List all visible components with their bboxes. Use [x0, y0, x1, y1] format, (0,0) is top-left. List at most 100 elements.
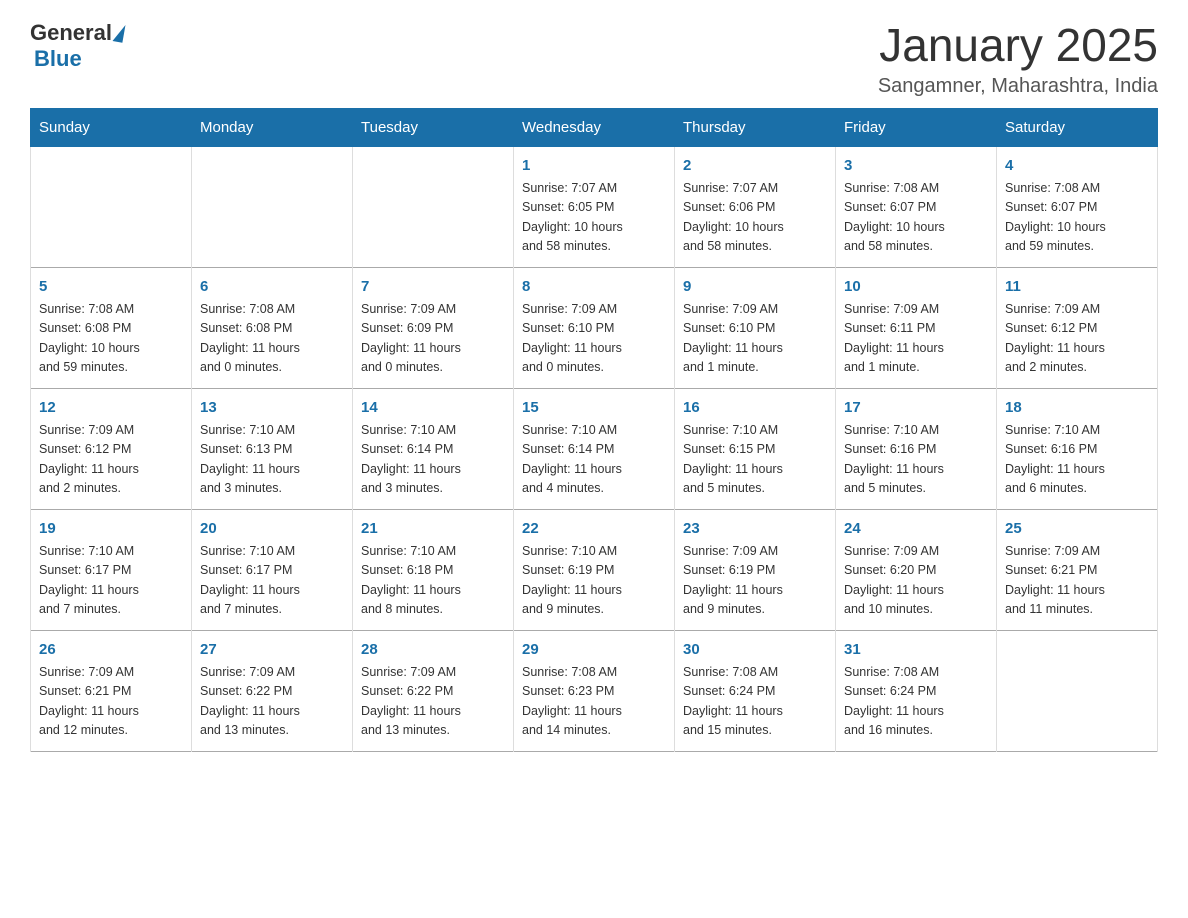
calendar-cell: 6Sunrise: 7:08 AM Sunset: 6:08 PM Daylig…	[192, 267, 353, 388]
day-number: 4	[1005, 155, 1149, 178]
day-info: Sunrise: 7:10 AM Sunset: 6:16 PM Dayligh…	[1005, 421, 1149, 499]
logo-blue-text: Blue	[34, 46, 82, 72]
day-info: Sunrise: 7:08 AM Sunset: 6:07 PM Dayligh…	[1005, 179, 1149, 257]
calendar-cell: 5Sunrise: 7:08 AM Sunset: 6:08 PM Daylig…	[31, 267, 192, 388]
calendar-cell: 3Sunrise: 7:08 AM Sunset: 6:07 PM Daylig…	[836, 146, 997, 267]
month-title: January 2025	[878, 20, 1158, 71]
day-number: 23	[683, 518, 827, 541]
calendar-cell: 10Sunrise: 7:09 AM Sunset: 6:11 PM Dayli…	[836, 267, 997, 388]
calendar-cell: 26Sunrise: 7:09 AM Sunset: 6:21 PM Dayli…	[31, 630, 192, 751]
logo-text: General	[30, 20, 126, 46]
calendar-cell: 31Sunrise: 7:08 AM Sunset: 6:24 PM Dayli…	[836, 630, 997, 751]
logo-general-text: General	[30, 20, 112, 46]
calendar-cell: 2Sunrise: 7:07 AM Sunset: 6:06 PM Daylig…	[675, 146, 836, 267]
day-info: Sunrise: 7:10 AM Sunset: 6:15 PM Dayligh…	[683, 421, 827, 499]
location-title: Sangamner, Maharashtra, India	[878, 75, 1158, 98]
day-number: 15	[522, 397, 666, 420]
day-info: Sunrise: 7:09 AM Sunset: 6:21 PM Dayligh…	[39, 663, 183, 741]
calendar-cell: 24Sunrise: 7:09 AM Sunset: 6:20 PM Dayli…	[836, 509, 997, 630]
day-number: 13	[200, 397, 344, 420]
calendar-week-row: 1Sunrise: 7:07 AM Sunset: 6:05 PM Daylig…	[31, 146, 1158, 267]
day-number: 28	[361, 639, 505, 662]
calendar-header-wednesday: Wednesday	[514, 108, 675, 146]
day-number: 1	[522, 155, 666, 178]
day-info: Sunrise: 7:08 AM Sunset: 6:23 PM Dayligh…	[522, 663, 666, 741]
day-number: 7	[361, 276, 505, 299]
calendar-cell: 8Sunrise: 7:09 AM Sunset: 6:10 PM Daylig…	[514, 267, 675, 388]
logo-triangle-icon	[112, 23, 125, 42]
day-info: Sunrise: 7:08 AM Sunset: 6:24 PM Dayligh…	[844, 663, 988, 741]
day-info: Sunrise: 7:08 AM Sunset: 6:07 PM Dayligh…	[844, 179, 988, 257]
calendar-cell: 9Sunrise: 7:09 AM Sunset: 6:10 PM Daylig…	[675, 267, 836, 388]
calendar-cell	[192, 146, 353, 267]
day-info: Sunrise: 7:09 AM Sunset: 6:11 PM Dayligh…	[844, 300, 988, 378]
calendar-cell: 19Sunrise: 7:10 AM Sunset: 6:17 PM Dayli…	[31, 509, 192, 630]
day-number: 6	[200, 276, 344, 299]
calendar-header-thursday: Thursday	[675, 108, 836, 146]
day-info: Sunrise: 7:10 AM Sunset: 6:14 PM Dayligh…	[361, 421, 505, 499]
calendar-header-tuesday: Tuesday	[353, 108, 514, 146]
day-number: 24	[844, 518, 988, 541]
calendar-cell: 23Sunrise: 7:09 AM Sunset: 6:19 PM Dayli…	[675, 509, 836, 630]
day-number: 14	[361, 397, 505, 420]
day-number: 21	[361, 518, 505, 541]
day-number: 8	[522, 276, 666, 299]
day-number: 22	[522, 518, 666, 541]
day-info: Sunrise: 7:08 AM Sunset: 6:24 PM Dayligh…	[683, 663, 827, 741]
calendar-cell	[353, 146, 514, 267]
title-area: January 2025 Sangamner, Maharashtra, Ind…	[878, 20, 1158, 98]
logo: General Blue	[30, 20, 126, 72]
calendar-cell: 25Sunrise: 7:09 AM Sunset: 6:21 PM Dayli…	[997, 509, 1158, 630]
day-info: Sunrise: 7:09 AM Sunset: 6:22 PM Dayligh…	[361, 663, 505, 741]
day-number: 11	[1005, 276, 1149, 299]
day-info: Sunrise: 7:10 AM Sunset: 6:17 PM Dayligh…	[39, 542, 183, 620]
day-info: Sunrise: 7:10 AM Sunset: 6:18 PM Dayligh…	[361, 542, 505, 620]
calendar-cell: 15Sunrise: 7:10 AM Sunset: 6:14 PM Dayli…	[514, 388, 675, 509]
day-info: Sunrise: 7:09 AM Sunset: 6:20 PM Dayligh…	[844, 542, 988, 620]
day-number: 3	[844, 155, 988, 178]
calendar-header-monday: Monday	[192, 108, 353, 146]
day-number: 2	[683, 155, 827, 178]
day-number: 10	[844, 276, 988, 299]
day-number: 30	[683, 639, 827, 662]
calendar-cell: 22Sunrise: 7:10 AM Sunset: 6:19 PM Dayli…	[514, 509, 675, 630]
day-info: Sunrise: 7:09 AM Sunset: 6:10 PM Dayligh…	[522, 300, 666, 378]
calendar-cell: 14Sunrise: 7:10 AM Sunset: 6:14 PM Dayli…	[353, 388, 514, 509]
day-number: 29	[522, 639, 666, 662]
calendar-cell: 29Sunrise: 7:08 AM Sunset: 6:23 PM Dayli…	[514, 630, 675, 751]
day-number: 27	[200, 639, 344, 662]
day-info: Sunrise: 7:10 AM Sunset: 6:16 PM Dayligh…	[844, 421, 988, 499]
calendar-cell: 16Sunrise: 7:10 AM Sunset: 6:15 PM Dayli…	[675, 388, 836, 509]
day-info: Sunrise: 7:08 AM Sunset: 6:08 PM Dayligh…	[39, 300, 183, 378]
calendar-cell: 7Sunrise: 7:09 AM Sunset: 6:09 PM Daylig…	[353, 267, 514, 388]
day-number: 16	[683, 397, 827, 420]
page-header: General Blue January 2025 Sangamner, Mah…	[30, 20, 1158, 98]
day-info: Sunrise: 7:09 AM Sunset: 6:22 PM Dayligh…	[200, 663, 344, 741]
calendar-table: SundayMondayTuesdayWednesdayThursdayFrid…	[30, 108, 1158, 752]
calendar-cell: 1Sunrise: 7:07 AM Sunset: 6:05 PM Daylig…	[514, 146, 675, 267]
day-number: 20	[200, 518, 344, 541]
calendar-cell: 27Sunrise: 7:09 AM Sunset: 6:22 PM Dayli…	[192, 630, 353, 751]
calendar-week-row: 5Sunrise: 7:08 AM Sunset: 6:08 PM Daylig…	[31, 267, 1158, 388]
calendar-cell: 28Sunrise: 7:09 AM Sunset: 6:22 PM Dayli…	[353, 630, 514, 751]
day-info: Sunrise: 7:08 AM Sunset: 6:08 PM Dayligh…	[200, 300, 344, 378]
calendar-cell: 11Sunrise: 7:09 AM Sunset: 6:12 PM Dayli…	[997, 267, 1158, 388]
calendar-cell: 21Sunrise: 7:10 AM Sunset: 6:18 PM Dayli…	[353, 509, 514, 630]
calendar-cell: 17Sunrise: 7:10 AM Sunset: 6:16 PM Dayli…	[836, 388, 997, 509]
calendar-cell: 13Sunrise: 7:10 AM Sunset: 6:13 PM Dayli…	[192, 388, 353, 509]
day-info: Sunrise: 7:09 AM Sunset: 6:12 PM Dayligh…	[1005, 300, 1149, 378]
day-number: 5	[39, 276, 183, 299]
day-number: 26	[39, 639, 183, 662]
day-info: Sunrise: 7:09 AM Sunset: 6:19 PM Dayligh…	[683, 542, 827, 620]
day-info: Sunrise: 7:10 AM Sunset: 6:13 PM Dayligh…	[200, 421, 344, 499]
day-number: 25	[1005, 518, 1149, 541]
calendar-header-saturday: Saturday	[997, 108, 1158, 146]
calendar-header-sunday: Sunday	[31, 108, 192, 146]
calendar-cell: 4Sunrise: 7:08 AM Sunset: 6:07 PM Daylig…	[997, 146, 1158, 267]
day-info: Sunrise: 7:09 AM Sunset: 6:12 PM Dayligh…	[39, 421, 183, 499]
calendar-cell: 12Sunrise: 7:09 AM Sunset: 6:12 PM Dayli…	[31, 388, 192, 509]
day-info: Sunrise: 7:07 AM Sunset: 6:06 PM Dayligh…	[683, 179, 827, 257]
day-number: 31	[844, 639, 988, 662]
calendar-header-friday: Friday	[836, 108, 997, 146]
calendar-header-row: SundayMondayTuesdayWednesdayThursdayFrid…	[31, 108, 1158, 146]
